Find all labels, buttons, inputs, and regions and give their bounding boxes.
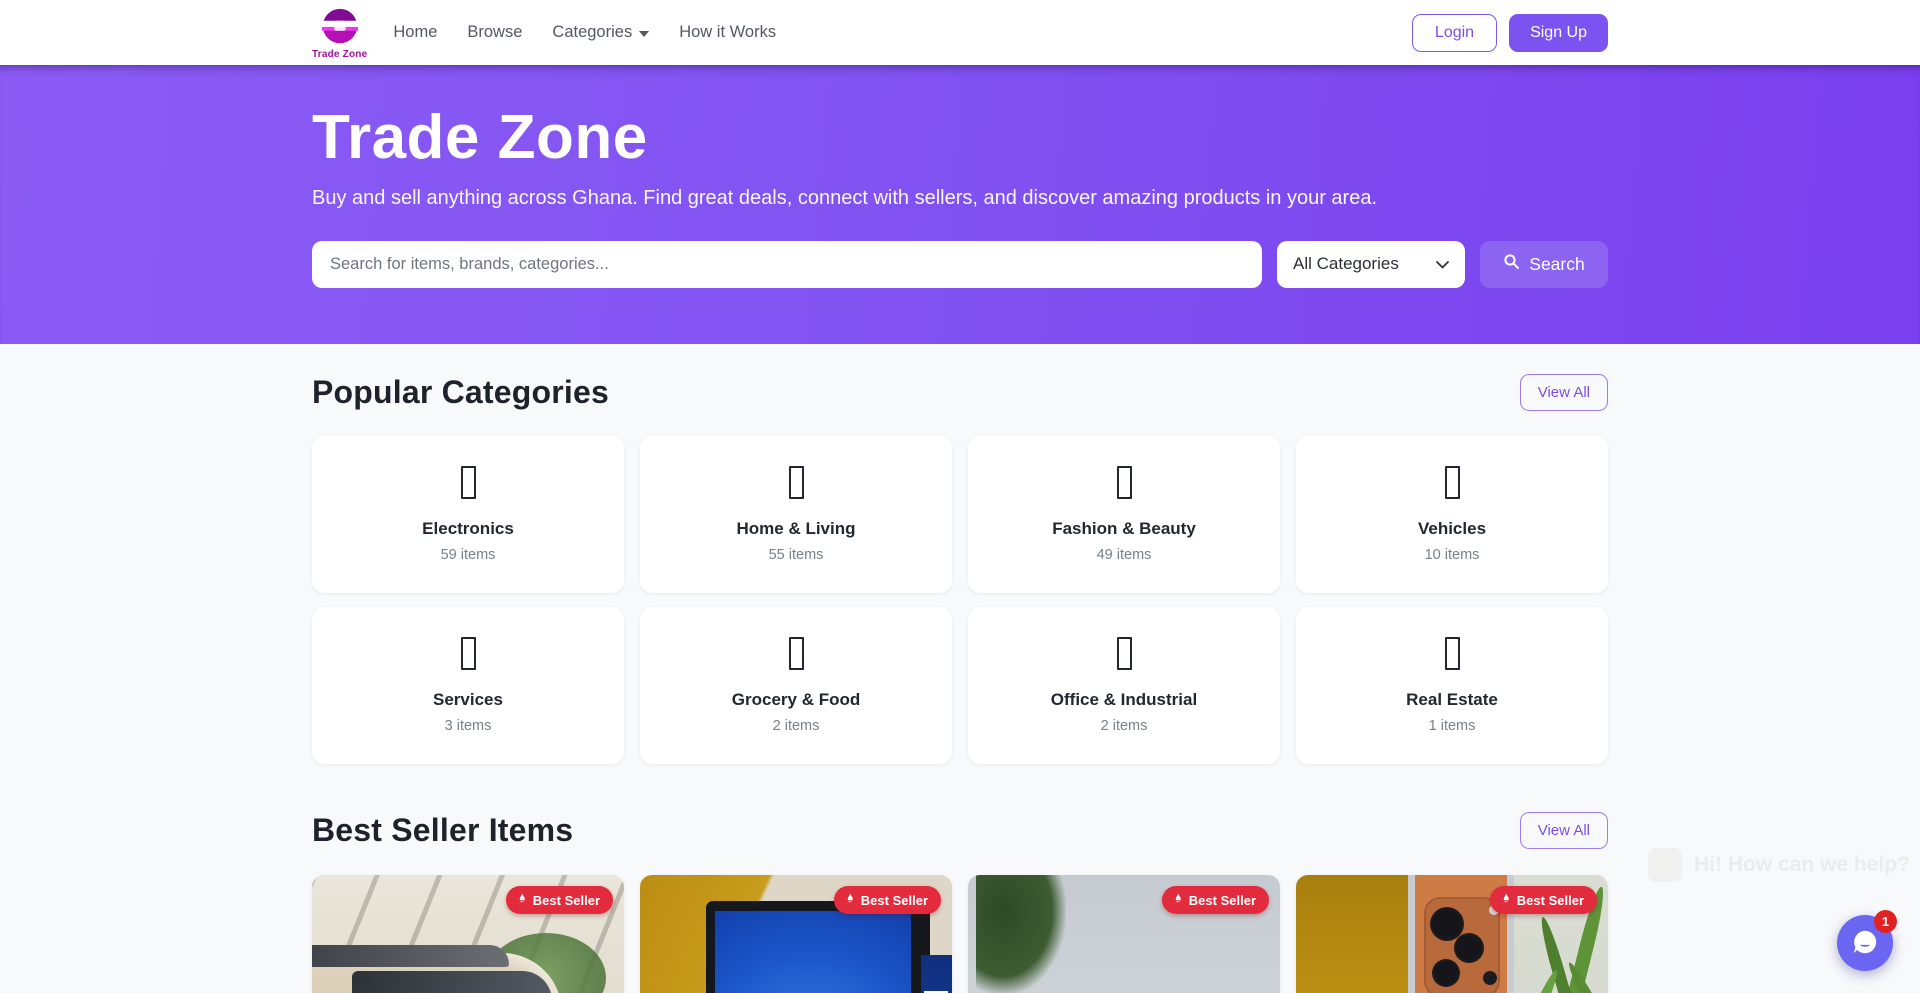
category-icon [789, 637, 804, 670]
hero-section: Trade Zone Buy and sell anything across … [0, 65, 1920, 344]
main-content: Popular Categories View All Electronics … [312, 344, 1608, 993]
category-card-real-estate[interactable]: Real Estate 1 items [1296, 607, 1608, 764]
magnifier-icon [1503, 253, 1520, 275]
category-icon [461, 637, 476, 670]
flame-icon [844, 892, 856, 908]
laptop-screen [715, 911, 912, 993]
best-sellers-grid: Best Seller Best Seller [312, 875, 1608, 993]
category-card-fashion-beauty[interactable]: Fashion & Beauty 49 items [968, 436, 1280, 593]
search-button-label: Search [1529, 254, 1584, 275]
search-input[interactable] [312, 241, 1262, 288]
category-icon [1117, 466, 1132, 499]
flame-icon [1172, 892, 1184, 908]
signup-button[interactable]: Sign Up [1509, 14, 1608, 52]
category-card-services[interactable]: Services 3 items [312, 607, 624, 764]
chat-greeting-tooltip: Hi! How can we help? [1648, 848, 1910, 882]
best-seller-badge: Best Seller [1490, 886, 1597, 914]
categories-view-all-button[interactable]: View All [1520, 374, 1608, 411]
product-card-orange-phone[interactable]: Best Seller [1296, 875, 1608, 993]
suv-spoiler [312, 945, 509, 967]
nav-categories-dropdown[interactable]: Categories [552, 23, 649, 42]
product-card-suv[interactable]: Best Seller [312, 875, 624, 993]
nav-how-it-works[interactable]: How it Works [679, 23, 776, 42]
category-icon [1445, 637, 1460, 670]
best-seller-badge: Best Seller [834, 886, 941, 914]
nav-browse[interactable]: Browse [467, 23, 522, 42]
brand-logo[interactable]: Trade Zone [312, 6, 367, 60]
top-navbar: Trade Zone Home Browse Categories How it… [0, 0, 1920, 65]
best-sellers-header: Best Seller Items View All [312, 764, 1608, 849]
category-card-grocery-food[interactable]: Grocery & Food 2 items [640, 607, 952, 764]
palm-tree [976, 875, 1066, 993]
suv-window [352, 971, 552, 993]
popular-categories-title: Popular Categories [312, 374, 609, 411]
category-card-office-industrial[interactable]: Office & Industrial 2 items [968, 607, 1280, 764]
category-select[interactable]: All Categories [1277, 241, 1465, 288]
category-icon [461, 466, 476, 499]
yellow-wall [1296, 875, 1411, 993]
flame-icon [1500, 892, 1512, 908]
search-button[interactable]: Search [1480, 241, 1608, 288]
category-card-vehicles[interactable]: Vehicles 10 items [1296, 436, 1608, 593]
camera-lens [1454, 933, 1484, 963]
best-seller-badge: Best Seller [506, 886, 613, 914]
hero-subtitle: Buy and sell anything across Ghana. Find… [312, 187, 1608, 210]
popular-categories-header: Popular Categories View All [312, 344, 1608, 411]
hero-search-bar: All Categories Search [312, 241, 1608, 288]
hero-title: Trade Zone [312, 105, 1608, 172]
category-card-electronics[interactable]: Electronics 59 items [312, 436, 624, 593]
brand-name: Trade Zone [312, 49, 367, 60]
trade-zone-logo-icon [320, 6, 360, 51]
chevron-down-icon [1436, 254, 1449, 274]
speech-bubble-icon [1850, 927, 1880, 960]
category-grid: Electronics 59 items Home & Living 55 it… [312, 436, 1608, 764]
login-button[interactable]: Login [1412, 14, 1497, 52]
main-nav: Home Browse Categories How it Works [393, 23, 776, 42]
best-sellers-view-all-button[interactable]: View All [1520, 812, 1608, 849]
chat-greeting-text: Hi! How can we help? [1694, 853, 1910, 877]
category-icon [1445, 466, 1460, 499]
chat-widget-button[interactable]: 1 [1837, 915, 1893, 971]
caret-down-icon [639, 31, 649, 37]
category-select-value: All Categories [1293, 254, 1399, 274]
product-card-laptop[interactable]: Best Seller [640, 875, 952, 993]
nav-home[interactable]: Home [393, 23, 437, 42]
best-seller-badge: Best Seller [1162, 886, 1269, 914]
auth-buttons: Login Sign Up [1412, 14, 1608, 52]
side-panel [921, 955, 952, 993]
product-card-white-car[interactable]: Best Seller [968, 875, 1280, 993]
category-icon [789, 466, 804, 499]
category-icon [1117, 637, 1132, 670]
chat-agent-avatar [1648, 848, 1682, 882]
best-sellers-title: Best Seller Items [312, 812, 573, 849]
category-card-home-living[interactable]: Home & Living 55 items [640, 436, 952, 593]
flame-icon [516, 892, 528, 908]
chat-unread-badge: 1 [1874, 910, 1897, 933]
camera-lens [1432, 959, 1460, 987]
